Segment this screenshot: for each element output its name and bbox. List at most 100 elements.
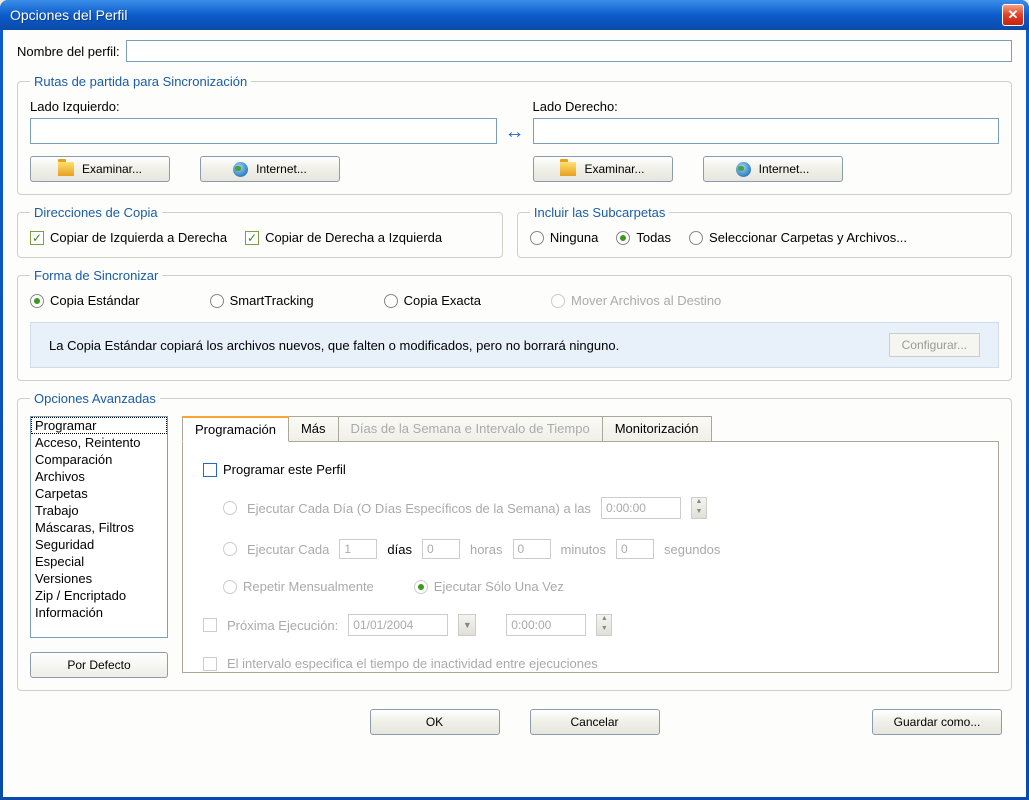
left-internet-button[interactable]: Internet... bbox=[200, 156, 340, 182]
list-item[interactable]: Información bbox=[31, 604, 167, 621]
tab-programacion[interactable]: Programación bbox=[182, 416, 289, 442]
globe-icon bbox=[233, 162, 248, 177]
next-time-input: 0:00:00 bbox=[506, 614, 586, 636]
secs-input bbox=[616, 539, 654, 559]
checkbox-icon bbox=[203, 657, 217, 671]
tab-dias: Días de la Semana e Intervalo de Tiempo bbox=[338, 416, 603, 442]
radio-icon bbox=[384, 294, 398, 308]
right-path-input[interactable] bbox=[533, 118, 1000, 144]
list-item[interactable]: Programar bbox=[31, 417, 167, 434]
radio-icon bbox=[530, 231, 544, 245]
radio-icon bbox=[223, 580, 237, 594]
sync-move-radio: Mover Archivos al Destino bbox=[551, 293, 721, 308]
list-item[interactable]: Zip / Encriptado bbox=[31, 587, 167, 604]
radio-icon bbox=[616, 231, 630, 245]
subfolders-select-radio[interactable]: Seleccionar Carpetas y Archivos... bbox=[689, 230, 907, 245]
radio-icon bbox=[30, 294, 44, 308]
dialog-content: Nombre del perfil: Rutas de partida para… bbox=[3, 30, 1026, 797]
left-browse-button[interactable]: Examinar... bbox=[30, 156, 170, 182]
dialog-window: Opciones del Perfil ✕ Nombre del perfil:… bbox=[0, 0, 1029, 800]
profile-name-input[interactable] bbox=[126, 40, 1012, 62]
tab-panel: Programar este Perfil Ejecutar Cada Día … bbox=[182, 441, 999, 673]
right-side-label: Lado Derecho: bbox=[533, 99, 1000, 114]
profile-name-label: Nombre del perfil: bbox=[17, 44, 120, 59]
daily-time-input: 0:00:00 bbox=[601, 497, 681, 519]
checkbox-icon bbox=[203, 618, 217, 632]
subfolders-all-radio[interactable]: Todas bbox=[616, 230, 671, 245]
radio-icon bbox=[223, 542, 237, 556]
sync-smart-radio[interactable]: SmartTracking bbox=[210, 293, 314, 308]
once-radio: Ejecutar Sólo Una Vez bbox=[414, 579, 564, 594]
radio-icon bbox=[414, 580, 428, 594]
advanced-legend: Opciones Avanzadas bbox=[30, 391, 160, 406]
radio-icon bbox=[689, 231, 703, 245]
advanced-fieldset: Opciones Avanzadas Programar Acceso, Rei… bbox=[17, 391, 1012, 691]
tabstrip: Programación Más Días de la Semana e Int… bbox=[182, 416, 999, 442]
list-item[interactable]: Especial bbox=[31, 553, 167, 570]
run-every-row: Ejecutar Cada días horas minutos segundo… bbox=[223, 539, 978, 559]
right-internet-button[interactable]: Internet... bbox=[703, 156, 843, 182]
subfolders-fieldset: Incluir las Subcarpetas Ninguna Todas Se… bbox=[517, 205, 1012, 258]
subfolders-none-radio[interactable]: Ninguna bbox=[530, 230, 598, 245]
close-button[interactable]: ✕ bbox=[1002, 4, 1024, 26]
list-item[interactable]: Seguridad bbox=[31, 536, 167, 553]
list-item[interactable]: Versiones bbox=[31, 570, 167, 587]
left-path-input[interactable] bbox=[30, 118, 497, 144]
window-title: Opciones del Perfil bbox=[10, 7, 128, 23]
sync-mode-legend: Forma de Sincronizar bbox=[30, 268, 162, 283]
copy-ltr-checkbox[interactable]: ✓ Copiar de Izquierda a Derecha bbox=[30, 230, 227, 245]
radio-icon bbox=[210, 294, 224, 308]
sync-description-panel: La Copia Estándar copiará los archivos n… bbox=[30, 322, 999, 368]
routes-legend: Rutas de partida para Sincronización bbox=[30, 74, 251, 89]
right-browse-button[interactable]: Examinar... bbox=[533, 156, 673, 182]
copy-rtl-checkbox[interactable]: ✓ Copiar de Derecha a Izquierda bbox=[245, 230, 442, 245]
next-run-row: Próxima Ejecución: 01/01/2004 ▼ 0:00:00 … bbox=[203, 614, 978, 636]
list-item[interactable]: Carpetas bbox=[31, 485, 167, 502]
profile-name-row: Nombre del perfil: bbox=[17, 40, 1012, 62]
save-as-button[interactable]: Guardar como... bbox=[872, 709, 1002, 735]
tab-mas[interactable]: Más bbox=[288, 416, 339, 442]
sync-exact-radio[interactable]: Copia Exacta bbox=[384, 293, 481, 308]
idle-row: El intervalo especifica el tiempo de ina… bbox=[203, 656, 978, 671]
radio-icon bbox=[551, 294, 565, 308]
default-button[interactable]: Por Defecto bbox=[30, 652, 168, 678]
titlebar[interactable]: Opciones del Perfil ✕ bbox=[0, 0, 1029, 30]
ok-button[interactable]: OK bbox=[370, 709, 500, 735]
right-side: Lado Derecho: Examinar... Internet... bbox=[533, 99, 1000, 182]
radio-icon bbox=[223, 501, 237, 515]
sync-mode-fieldset: Forma de Sincronizar Copia Estándar Smar… bbox=[17, 268, 1012, 381]
list-item[interactable]: Máscaras, Filtros bbox=[31, 519, 167, 536]
list-item[interactable]: Trabajo bbox=[31, 502, 167, 519]
run-daily-row: Ejecutar Cada Día (O Días Específicos de… bbox=[223, 497, 978, 519]
checkbox-icon: ✓ bbox=[245, 231, 259, 245]
footer-buttons: OK Cancelar Guardar como... bbox=[17, 701, 1012, 735]
left-side-label: Lado Izquierdo: bbox=[30, 99, 497, 114]
enable-schedule-checkbox[interactable]: Programar este Perfil bbox=[203, 462, 346, 477]
enable-schedule-row: Programar este Perfil bbox=[203, 462, 978, 477]
monthly-radio: Repetir Mensualmente bbox=[223, 579, 374, 594]
folder-icon bbox=[58, 162, 74, 176]
left-side: Lado Izquierdo: Examinar... Internet... bbox=[30, 99, 497, 182]
copy-directions-fieldset: Direcciones de Copia ✓ Copiar de Izquier… bbox=[17, 205, 503, 258]
chevron-down-icon: ▼ bbox=[458, 614, 476, 636]
sync-description-text: La Copia Estándar copiará los archivos n… bbox=[49, 338, 619, 353]
spinner-icon: ▲▼ bbox=[691, 497, 707, 519]
sync-standard-radio[interactable]: Copia Estándar bbox=[30, 293, 140, 308]
list-item[interactable]: Archivos bbox=[31, 468, 167, 485]
advanced-listbox[interactable]: Programar Acceso, Reintento Comparación … bbox=[30, 416, 168, 638]
configure-button: Configurar... bbox=[889, 333, 980, 357]
spinner-icon: ▲▼ bbox=[596, 614, 612, 636]
list-item[interactable]: Comparación bbox=[31, 451, 167, 468]
globe-icon bbox=[736, 162, 751, 177]
checkbox-icon: ✓ bbox=[30, 231, 44, 245]
list-item[interactable]: Acceso, Reintento bbox=[31, 434, 167, 451]
tab-monitorizacion[interactable]: Monitorización bbox=[602, 416, 712, 442]
mins-input bbox=[513, 539, 551, 559]
checkbox-icon bbox=[203, 463, 217, 477]
next-date-input: 01/01/2004 bbox=[348, 614, 448, 636]
cancel-button[interactable]: Cancelar bbox=[530, 709, 660, 735]
subfolders-legend: Incluir las Subcarpetas bbox=[530, 205, 670, 220]
sync-arrows-icon: ↔ bbox=[505, 121, 525, 144]
close-icon: ✕ bbox=[1008, 7, 1019, 23]
days-input bbox=[339, 539, 377, 559]
